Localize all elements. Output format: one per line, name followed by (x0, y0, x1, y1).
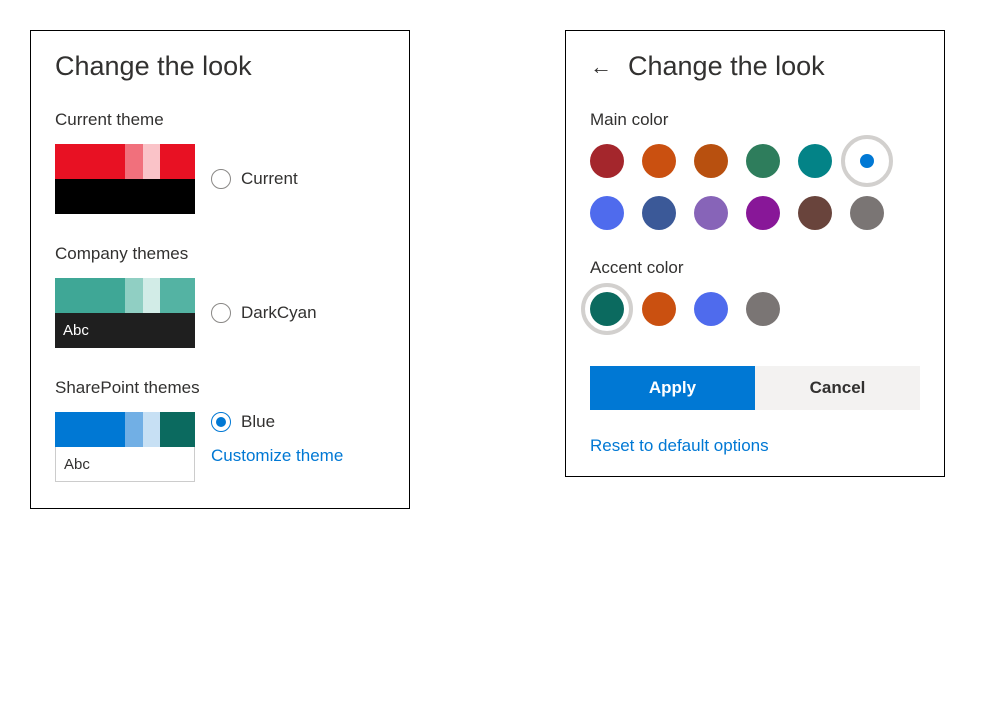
theme-name-current: Current (241, 169, 298, 189)
swatch (143, 278, 161, 313)
theme-preview-bottom: Abc (55, 313, 195, 348)
theme-right-column: Blue Customize theme (211, 412, 343, 466)
radio-current[interactable] (211, 169, 231, 189)
panel-title-text: Change the look (628, 51, 825, 82)
radio-darkcyan[interactable] (211, 303, 231, 323)
swatch (125, 412, 143, 447)
main-color-swatch-0[interactable] (590, 144, 624, 178)
theme-preview-swatches (55, 412, 195, 447)
theme-preview-bottom: Abc (55, 447, 195, 482)
theme-radio-group: Blue (211, 412, 343, 432)
radio-blue[interactable] (211, 412, 231, 432)
main-color-swatch-5[interactable] (850, 144, 884, 178)
button-row: Apply Cancel (590, 366, 920, 410)
swatch (143, 144, 161, 179)
main-color-swatch-3[interactable] (746, 144, 780, 178)
theme-preview-text: Abc (63, 322, 89, 339)
reset-default-link[interactable]: Reset to default options (590, 436, 769, 455)
cancel-button[interactable]: Cancel (755, 366, 920, 410)
theme-radio-group: DarkCyan (211, 303, 317, 323)
change-look-theme-panel: Change the look Current theme Current (30, 30, 410, 509)
panel-title-text: Change the look (55, 51, 252, 82)
section-company-themes-label: Company themes (55, 244, 385, 264)
main-color-swatch-11[interactable] (850, 196, 884, 230)
main-color-swatch-10[interactable] (798, 196, 832, 230)
theme-preview-swatches (55, 144, 195, 179)
panel-title: ← Change the look (590, 51, 920, 82)
section-current-theme-label: Current theme (55, 110, 385, 130)
swatch (160, 144, 195, 179)
swatch (55, 412, 125, 447)
accent-color-swatch-3[interactable] (746, 292, 780, 326)
theme-preview-swatches (55, 278, 195, 313)
accent-color-grid (590, 292, 920, 326)
theme-preview-darkcyan[interactable]: Abc (55, 278, 195, 348)
accent-color-swatch-2[interactable] (694, 292, 728, 326)
theme-radio-group: Current (211, 169, 298, 189)
back-arrow-icon[interactable]: ← (590, 56, 612, 78)
swatch (160, 412, 195, 447)
theme-row-sharepoint: Abc Blue Customize theme (55, 412, 385, 482)
main-color-swatch-1[interactable] (642, 144, 676, 178)
theme-preview-current[interactable] (55, 144, 195, 214)
main-color-label: Main color (590, 110, 920, 130)
section-sharepoint-themes-label: SharePoint themes (55, 378, 385, 398)
theme-name-darkcyan: DarkCyan (241, 303, 317, 323)
swatch (160, 278, 195, 313)
main-color-swatch-4[interactable] (798, 144, 832, 178)
swatch (55, 278, 125, 313)
accent-color-label: Accent color (590, 258, 920, 278)
main-color-swatch-7[interactable] (642, 196, 676, 230)
customize-theme-link[interactable]: Customize theme (211, 446, 343, 466)
main-color-swatch-6[interactable] (590, 196, 624, 230)
swatch (125, 144, 143, 179)
main-color-swatch-9[interactable] (746, 196, 780, 230)
apply-button[interactable]: Apply (590, 366, 755, 410)
theme-preview-blue[interactable]: Abc (55, 412, 195, 482)
theme-row-current: Current (55, 144, 385, 214)
theme-preview-bottom (55, 179, 195, 214)
theme-preview-text: Abc (64, 456, 90, 473)
main-color-swatch-2[interactable] (694, 144, 728, 178)
panel-title: Change the look (55, 51, 385, 82)
accent-color-swatch-0[interactable] (590, 292, 624, 326)
swatch (143, 412, 161, 447)
swatch (55, 144, 125, 179)
accent-color-swatch-1[interactable] (642, 292, 676, 326)
main-color-grid (590, 144, 920, 230)
change-look-color-panel: ← Change the look Main color Accent colo… (565, 30, 945, 477)
swatch (125, 278, 143, 313)
theme-row-company: Abc DarkCyan (55, 278, 385, 348)
main-color-swatch-8[interactable] (694, 196, 728, 230)
theme-name-blue: Blue (241, 412, 275, 432)
